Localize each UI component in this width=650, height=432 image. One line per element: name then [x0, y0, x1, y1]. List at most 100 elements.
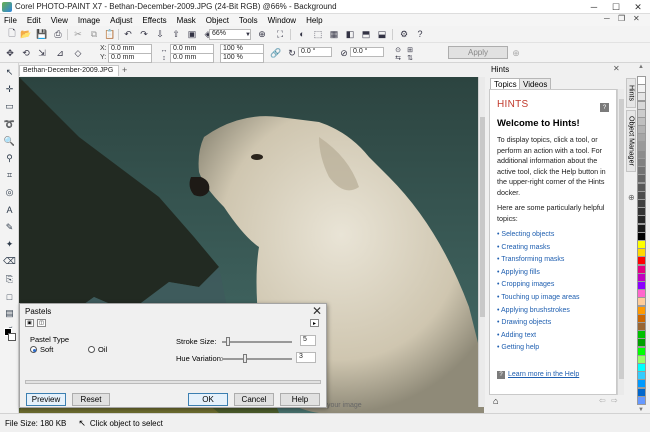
clone-tool-icon[interactable]: ⎘ — [3, 273, 16, 286]
menu-window[interactable]: Window — [268, 16, 296, 25]
object-icon[interactable]: ⬒ — [360, 28, 372, 40]
soft-radio[interactable] — [30, 346, 37, 353]
mask-overlay-icon[interactable]: ▦ — [328, 28, 340, 40]
scale-height-input[interactable]: 100 % — [220, 53, 264, 63]
add-docker-icon[interactable]: ⊕ — [628, 193, 635, 202]
palette-scroll-up-icon[interactable]: ▲ — [638, 64, 644, 70]
menu-tools[interactable]: Tools — [239, 16, 258, 25]
rotate-mode-icon[interactable]: ⟲ — [20, 47, 32, 59]
link-applying-brushstrokes[interactable]: Applying brushstrokes — [497, 305, 609, 318]
link-applying-fills[interactable]: Applying fills — [497, 267, 609, 280]
menu-mask[interactable]: Mask — [177, 16, 196, 25]
close-button[interactable]: ✕ — [628, 0, 648, 14]
link-drawing-objects[interactable]: Drawing objects — [497, 317, 609, 330]
help-button[interactable]: Help — [280, 393, 320, 406]
undo-icon[interactable]: ↶ — [122, 28, 134, 40]
new-file-icon[interactable]: 🗋 — [6, 28, 18, 40]
zoom-tool-icon[interactable]: 🔍 — [3, 135, 16, 148]
side-tab-hints[interactable]: Hints — [626, 78, 636, 108]
link-getting-help[interactable]: Getting help — [497, 342, 609, 355]
paint-tool-icon[interactable]: ✎ — [3, 221, 16, 234]
pick-tool-icon[interactable]: ↖ — [3, 66, 16, 79]
stroke-size-thumb[interactable] — [225, 337, 230, 346]
link-creating-masks[interactable]: Creating masks — [497, 242, 609, 255]
eyedropper-tool-icon[interactable]: ⚲ — [3, 152, 16, 165]
new-tab-button[interactable]: + — [122, 65, 133, 76]
zoom-fit-icon[interactable]: ⊕ — [256, 28, 268, 40]
eraser-tool-icon[interactable]: ⌫ — [3, 255, 16, 268]
hue-variation-slider[interactable] — [222, 358, 292, 360]
lasso-tool-icon[interactable]: ➰ — [3, 118, 16, 131]
home-icon[interactable]: ⌂ — [493, 396, 498, 406]
import-icon[interactable]: ⇩ — [154, 28, 166, 40]
side-tab-object-manager[interactable]: Object Manager — [626, 110, 636, 172]
menu-edit[interactable]: Edit — [27, 16, 41, 25]
link-selecting-objects[interactable]: Selecting objects — [497, 229, 609, 242]
chevron-down-icon[interactable]: ▼ — [242, 29, 254, 41]
doc-close-button[interactable]: ✕ — [633, 14, 640, 23]
launcher-icon[interactable]: ▣ — [186, 28, 198, 40]
object-properties-icon[interactable]: ⬓ — [376, 28, 388, 40]
full-screen-icon[interactable]: ⛶ — [274, 28, 286, 40]
menu-effects[interactable]: Effects — [142, 16, 166, 25]
paste-icon[interactable]: 📋 — [104, 28, 116, 40]
open-folder-icon[interactable]: 📂 — [20, 28, 32, 40]
dialog-arrow-icon[interactable]: ▸ — [310, 319, 319, 327]
cancel-button[interactable]: Cancel — [234, 393, 274, 406]
apply-button[interactable]: Apply — [448, 46, 508, 59]
link-adding-text[interactable]: Adding text — [497, 330, 609, 343]
tab-videos[interactable]: Videos — [519, 78, 552, 89]
mask-marquee-icon[interactable]: ⬚ — [312, 28, 324, 40]
forward-icon[interactable]: ⇨ — [611, 396, 618, 405]
cut-icon[interactable]: ✂ — [72, 28, 84, 40]
menu-help[interactable]: Help — [306, 16, 322, 25]
mirror-v-icon[interactable]: ⇅ — [404, 52, 416, 64]
link-transforming-masks[interactable]: Transforming masks — [497, 254, 609, 267]
effect-tool-icon[interactable]: ✦ — [3, 238, 16, 251]
text-tool-icon[interactable]: A — [3, 203, 16, 216]
doc-restore-button[interactable]: ❐ — [618, 14, 625, 23]
stroke-size-input[interactable]: 5 — [300, 335, 316, 346]
scale-mode-icon[interactable]: ⇲ — [36, 47, 48, 59]
doc-minimize-button[interactable]: ─ — [604, 14, 610, 23]
dialog-close-button[interactable]: ✕ — [312, 304, 322, 318]
hue-variation-thumb[interactable] — [243, 354, 247, 363]
background-color-swatch[interactable] — [8, 333, 16, 341]
redo-icon[interactable]: ↷ — [138, 28, 150, 40]
fill-tool-icon[interactable]: ▤ — [3, 307, 16, 320]
back-icon[interactable]: ⇦ — [599, 396, 606, 405]
mask-show-icon[interactable]: ◐ — [296, 28, 308, 40]
minimize-button[interactable]: ─ — [584, 0, 604, 14]
help-toolbar-icon[interactable]: ? — [414, 28, 426, 40]
menu-object[interactable]: Object — [206, 16, 229, 25]
mask-create-icon[interactable]: ◧ — [344, 28, 356, 40]
maximize-button[interactable]: ☐ — [606, 0, 626, 14]
palette-swatch[interactable] — [637, 395, 646, 405]
canvas-vertical-scrollbar[interactable] — [478, 77, 485, 407]
ok-button[interactable]: OK — [188, 393, 228, 406]
lock-ratio-icon[interactable]: 🔗 — [270, 47, 282, 59]
document-tab[interactable]: Bethan-December-2009.JPG — [19, 65, 119, 76]
options-icon[interactable]: ⚙ — [398, 28, 410, 40]
hints-scrollbar[interactable] — [617, 89, 624, 395]
print-icon[interactable]: ⎙ — [52, 28, 64, 40]
height-input[interactable]: 0.0 mm — [170, 53, 214, 63]
tab-topics[interactable]: Topics — [490, 78, 521, 89]
transform-tool-icon[interactable]: ✛ — [3, 83, 16, 96]
learn-more-link[interactable]: Learn more in the Help — [508, 371, 579, 378]
preview-button[interactable]: Preview — [26, 393, 66, 406]
preview-single-icon[interactable]: ▣ — [25, 319, 34, 327]
shape-tool-icon[interactable]: □ — [3, 290, 16, 303]
stroke-size-slider[interactable] — [222, 341, 292, 343]
transform-mode-icon[interactable]: ✥ — [4, 47, 16, 59]
add-icon[interactable]: ⊕ — [510, 47, 522, 59]
rotation-angle-input[interactable]: 0.0 ° — [298, 47, 332, 57]
preview-split-icon[interactable]: ◫ — [37, 319, 46, 327]
mirror-h-icon[interactable]: ⇆ — [392, 52, 404, 64]
mask-tool-icon[interactable]: ▭ — [3, 100, 16, 113]
link-touching-up[interactable]: Touching up image areas — [497, 292, 609, 305]
help-book-icon[interactable]: ? — [600, 103, 609, 112]
reset-button[interactable]: Reset — [72, 393, 110, 406]
menu-view[interactable]: View — [51, 16, 68, 25]
skew-mode-icon[interactable]: ⊿ — [54, 47, 66, 59]
